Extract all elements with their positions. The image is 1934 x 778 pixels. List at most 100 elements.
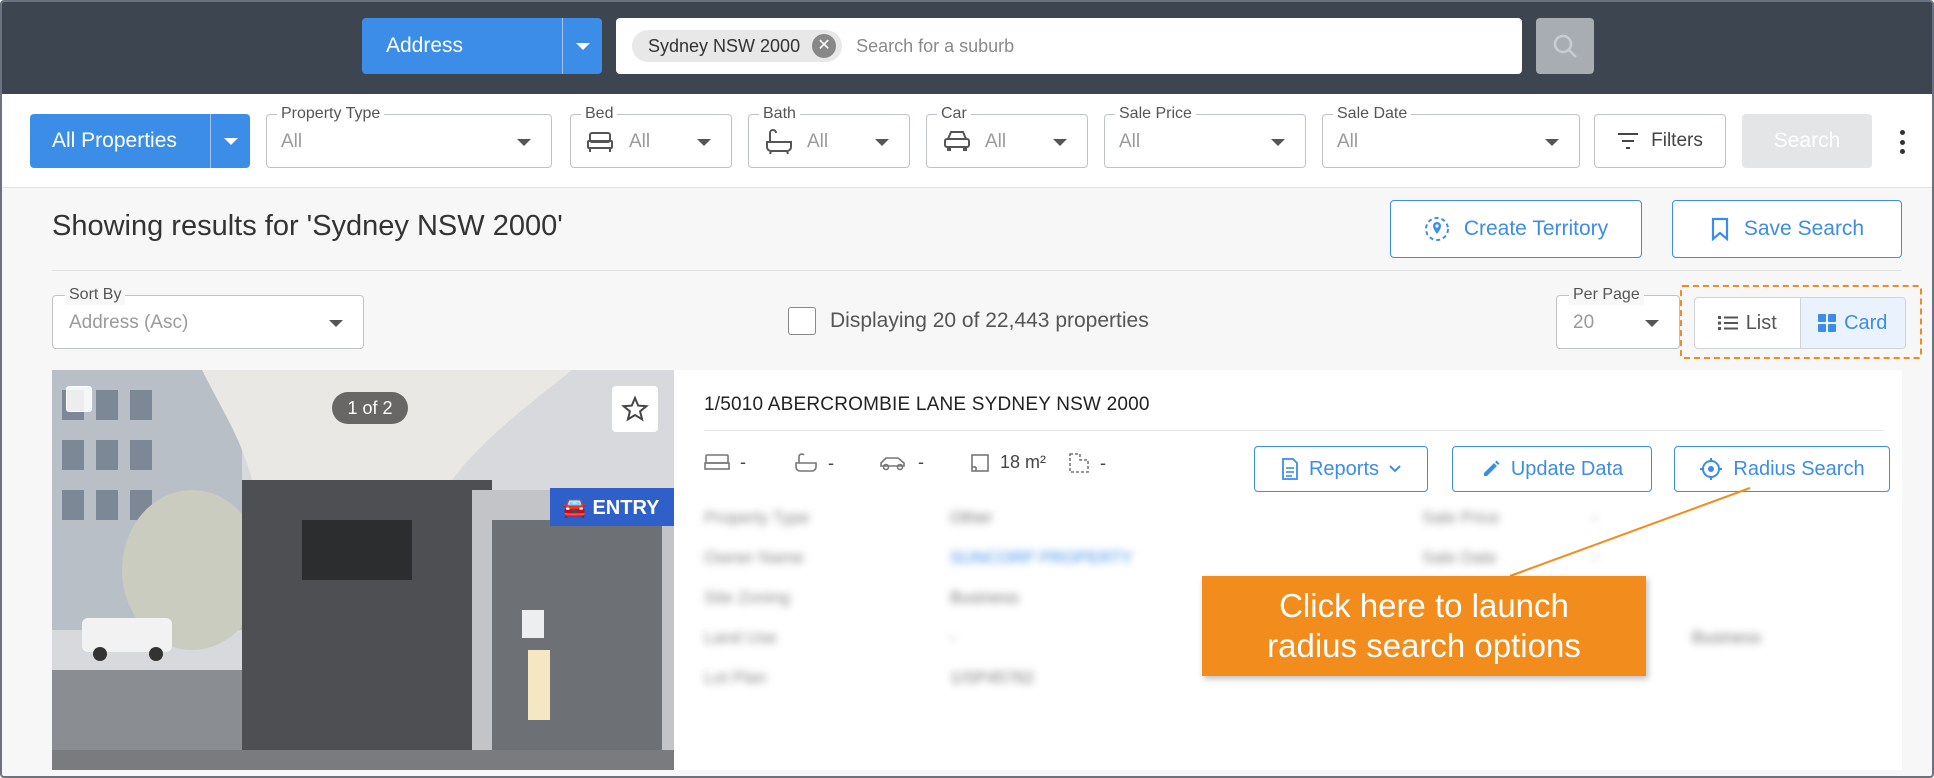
car-icon [880,456,905,470]
car-value: All [985,131,1007,152]
save-search-button[interactable]: Save Search [1672,200,1902,258]
bed-label: Bed [581,104,618,124]
area-value: 18 m² [1000,452,1047,472]
chevron-down-icon [875,139,889,146]
update-data-button[interactable]: Update Data [1452,446,1652,492]
detail-label: Owner Name [704,548,805,567]
pencil-icon [1483,460,1500,476]
radius-search-button[interactable]: Radius Search [1674,446,1890,492]
detail-value: 1/SP45762 [950,668,1035,687]
callout-line-2: radius search options [1267,627,1581,664]
filters-label: Filters [1651,130,1703,151]
detail-value: Business [950,588,1019,607]
photo-pager: 1 of 2 [332,392,408,424]
location-chip: Sydney NSW 2000 ✕ [632,30,843,62]
filters-button[interactable]: Filters [1594,114,1726,168]
favorite-star-icon[interactable] [612,386,658,432]
bookmark-icon [1711,217,1728,241]
remove-chip-icon[interactable]: ✕ [812,34,837,58]
car-icon [944,131,970,151]
radius-target-icon [1700,458,1723,480]
chevron-down-icon [1271,139,1285,146]
sale-price-select[interactable]: Sale Price All [1104,104,1306,168]
top-search-bar: Address Sydney NSW 2000 ✕ Search for a s… [2,2,1932,94]
app-frame: Address Sydney NSW 2000 ✕ Search for a s… [0,0,1934,778]
card-select-checkbox[interactable] [66,386,92,412]
search-button[interactable]: Search [1742,114,1872,168]
card-divider [704,430,1884,431]
street-view-image: 🚘 ENTRY [52,370,674,770]
document-icon [1282,458,1298,480]
chevron-down-icon [1545,139,1559,146]
bath-value: All [807,131,829,152]
per-page-select[interactable]: Per Page 20 [1556,285,1680,349]
feature-baths: - [794,452,834,474]
displaying-count: Displaying 20 of 22,443 properties [788,307,1149,335]
chevron-down-icon [329,320,343,327]
bath-icon [766,129,792,155]
detail-label: Land Use [704,628,777,647]
beds-value: - [740,452,746,472]
results-title: Showing results for 'Sydney NSW 2000' [52,210,563,242]
filter-bar: All Properties Property Type All Bed All… [2,94,1932,188]
search-submit-button[interactable] [1536,18,1594,74]
detail-value: Business [1692,628,1761,647]
sale-price-value: All [1119,131,1141,152]
select-all-checkbox[interactable] [788,307,816,335]
search-icon [1553,34,1577,58]
baths-value: - [828,452,834,473]
all-properties-dropdown[interactable]: All Properties [30,114,250,168]
create-territory-button[interactable]: Create Territory [1390,200,1642,258]
suburb-search-input[interactable]: Sydney NSW 2000 ✕ Search for a suburb [616,18,1522,74]
sale-date-value: All [1337,131,1359,152]
callout-annotation: Click here to launch radius search optio… [1202,576,1646,676]
bed-select[interactable]: Bed All [570,104,732,168]
detail-value: Other [950,508,993,527]
feature-cars: - [878,452,924,473]
sort-by-select[interactable]: Sort By Address (Asc) [52,285,364,349]
detail-value: - [1592,548,1598,567]
chevron-down-icon[interactable] [210,114,250,168]
chevron-down-icon [1053,139,1067,146]
grid-icon [1818,314,1837,332]
location-chip-label: Sydney NSW 2000 [648,35,801,56]
floor-area-icon [971,453,989,472]
per-page-value: 20 [1573,312,1595,333]
property-type-value: All [281,131,303,152]
bath-icon [795,453,817,472]
section-divider [52,270,1902,271]
view-toggle-highlight: List Card [1680,285,1922,359]
sort-by-value: Address (Asc) [69,312,189,333]
radius-search-label: Radius Search [1733,457,1865,480]
chevron-down-icon [1645,320,1659,327]
svg-text:🚘 ENTRY: 🚘 ENTRY [562,497,660,519]
search-type-label: Address [386,34,464,57]
update-data-label: Update Data [1510,457,1624,480]
more-options-icon[interactable] [1898,130,1906,154]
cars-value: - [918,452,924,472]
chevron-down-icon [1389,465,1401,473]
filter-icon [1618,133,1639,149]
search-type-dropdown[interactable]: Address [362,18,602,74]
car-select[interactable]: Car All [926,104,1088,168]
detail-label: Sale Date [1422,548,1497,567]
property-address[interactable]: 1/5010 ABERCROMBIE LANE SYDNEY NSW 2000 [704,394,1150,416]
reports-label: Reports [1308,457,1380,480]
list-view-label: List [1745,311,1777,334]
card-view-button[interactable]: Card [1799,298,1905,348]
save-search-label: Save Search [1743,217,1865,240]
reports-button[interactable]: Reports [1254,446,1428,492]
list-view-button[interactable]: List [1695,298,1800,348]
bath-select[interactable]: Bath All [748,104,910,168]
car-label: Car [937,104,971,124]
property-type-select[interactable]: Property Type All [266,104,552,168]
chevron-down-icon[interactable] [562,18,602,74]
bed-icon [587,132,613,152]
detail-value: SUNCORP PROPERTY [950,548,1133,567]
land-size-icon [1069,453,1089,473]
property-photo[interactable]: 🚘 ENTRY 1 of 2 [52,370,674,770]
sale-date-select[interactable]: Sale Date All [1322,104,1580,168]
all-properties-label: All Properties [52,129,177,152]
bath-label: Bath [759,104,800,124]
chevron-down-icon [517,139,531,146]
